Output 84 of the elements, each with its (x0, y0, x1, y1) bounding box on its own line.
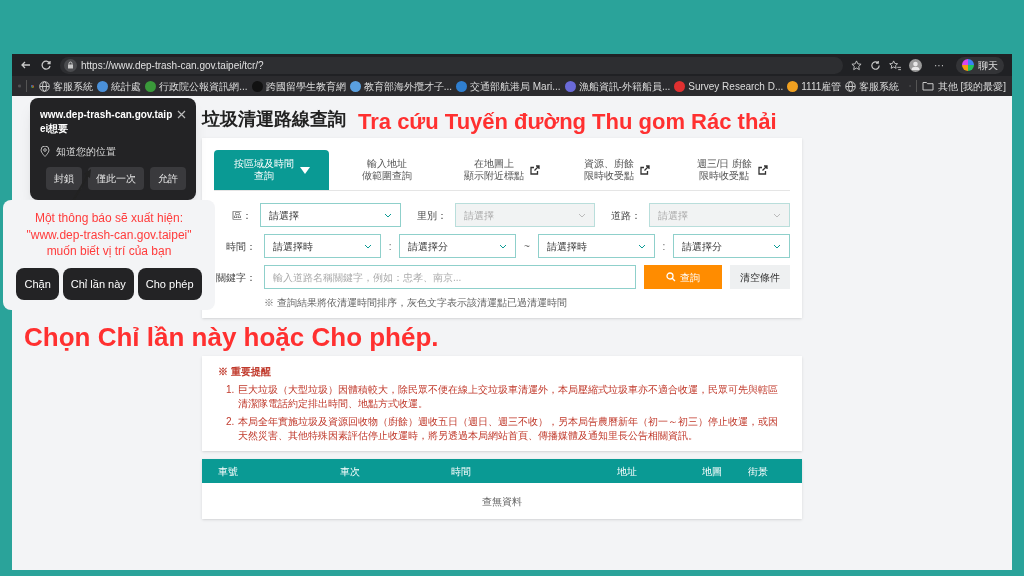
permission-text: 知道您的位置 (56, 144, 116, 159)
column-header: 街景 (748, 464, 769, 479)
chevron-down-icon (773, 243, 782, 249)
clear-button[interactable]: 清空條件 (730, 265, 790, 289)
address-bar[interactable]: https://www.dep-trash-can.gov.taipei/tcr/? (60, 56, 843, 74)
callout-text: Một thông báo sẽ xuất hiện: "www.dep-trash-can.gov.taipei" muốn biết vị trí của bạn (25, 210, 193, 260)
page-title: 垃圾清運路線查詢 (202, 108, 346, 131)
notice-heading: ※ 重要提醒 (218, 365, 272, 379)
site-icon (456, 80, 467, 92)
search-icon (666, 272, 676, 282)
location-pin-icon (40, 145, 50, 157)
site-icon (674, 80, 686, 92)
instruction-text: Chọn Chỉ lần này hoặc Cho phép. (24, 324, 439, 350)
caret-icon (299, 166, 310, 174)
site-icon (145, 80, 157, 92)
chevron-down-icon (637, 243, 646, 249)
keyword-field[interactable]: 輸入道路名稱關鍵字，例如：忠孝、南京... (264, 265, 636, 289)
chat-button[interactable]: 聊天 (956, 56, 1004, 74)
bookmark[interactable]: 交通部航港局 Mari... (456, 78, 561, 94)
separator-text: : (387, 239, 393, 254)
site-icon (787, 80, 799, 92)
star-icon[interactable] (851, 59, 862, 71)
more-button[interactable]: ··· (930, 57, 948, 73)
field-label: 道路： (610, 208, 642, 223)
column-header: 車號 (218, 464, 239, 479)
bookmark[interactable]: 1111雇管 (787, 78, 842, 94)
column-header: 地址 (617, 464, 638, 479)
bookmark[interactable]: Survey Research D... (674, 78, 784, 94)
site-icon (564, 80, 576, 92)
site-icon (349, 80, 361, 92)
site-icon (251, 80, 263, 92)
chevron-down-icon (383, 212, 392, 218)
bookmark[interactable]: 統計處 (97, 78, 142, 94)
field-label: 關鍵字： (215, 270, 256, 285)
back-icon[interactable] (20, 59, 32, 71)
logo-icon (962, 59, 974, 71)
bookmark[interactable]: 跨國留學生教育網 (251, 78, 346, 94)
bookmark[interactable]: 行政院公報資訊網... (145, 78, 248, 94)
site-info-icon[interactable] (64, 58, 77, 72)
empty-message: 查無資料 (482, 494, 522, 509)
list-number: 1. (226, 383, 235, 397)
globe-icon (845, 80, 857, 92)
chevron-down-icon (363, 243, 372, 249)
site-icon (97, 80, 109, 92)
circle-arrow-icon[interactable] (870, 59, 881, 71)
select-field[interactable]: 請選擇時 (537, 234, 655, 258)
list-number: 2. (226, 415, 235, 429)
bookmark-folder[interactable]: 其他 [我的最愛] (921, 78, 1006, 94)
notice-text: 本局全年實施垃圾及資源回收物（廚餘）週收五日（週日、週三不收），另本局告農曆新年（初一～初三）停止收運，或因天然災害、其他特殊因素評估停止收運時，將另透過本局網站首頁、傳播媒體及通知里長公告相關資訊。 (238, 415, 780, 443)
popup-button[interactable]: 允許 (150, 166, 186, 190)
sort-note: ※ 查詢結果將依清運時間排序，灰色文字表示該清運點已過清運時間 (264, 296, 568, 310)
globe-icon (39, 80, 51, 92)
popup-button[interactable]: 封鎖 (46, 166, 82, 190)
bookmark[interactable]: 漁船資訊-外籍船員... (564, 78, 671, 94)
chevron-down-icon (773, 212, 781, 218)
notice-text: 巨大垃圾（大型垃圾）因體積較大，除民眾不便在線上交垃圾車清運外，本局壓縮式垃圾車亦不適合收運，民眾可先與轄區清潔隊電話約定排出時間、地點方式收運。 (238, 383, 780, 411)
field-label: 里別： (415, 208, 447, 223)
reload-icon[interactable] (40, 59, 52, 71)
chevron-down-icon (578, 212, 587, 218)
popup-button[interactable]: 僅此一次 (88, 166, 144, 190)
close-icon[interactable] (177, 110, 186, 119)
folder-icon (921, 81, 934, 91)
chevron-down-icon (499, 243, 508, 249)
separator-text: ~ (523, 239, 531, 254)
favorites-icon[interactable] (889, 59, 901, 71)
callout-button[interactable]: Cho phép (137, 267, 202, 300)
column-header: 時間 (451, 464, 472, 479)
select-field[interactable]: 請選擇時 (264, 234, 381, 258)
field-label: 時間： (225, 239, 256, 254)
column-header: 地圖 (702, 464, 723, 479)
bookmark[interactable]: 客服系統 (39, 78, 94, 94)
field-label: 區： (231, 208, 252, 223)
translated-title: Tra cứu Tuyến đường Thu gom Rác thải (358, 111, 777, 133)
bookmark[interactable]: 客服系統 (845, 78, 900, 94)
callout-button[interactable]: Chặn (16, 267, 59, 300)
bookmark[interactable]: 教育部海外攬才子... (349, 78, 452, 94)
select-field[interactable]: 請選擇 (260, 203, 401, 227)
callout-button[interactable]: Chỉ lần này (62, 267, 134, 300)
select-field[interactable]: 請選擇分 (399, 234, 517, 258)
popup-title: www.dep-trash-can.gov.taipei想要 (40, 108, 173, 136)
column-header: 車次 (340, 464, 361, 479)
separator-text: : (661, 239, 667, 254)
select-field[interactable]: 請選擇分 (673, 234, 791, 258)
avatar-icon[interactable] (909, 58, 922, 72)
